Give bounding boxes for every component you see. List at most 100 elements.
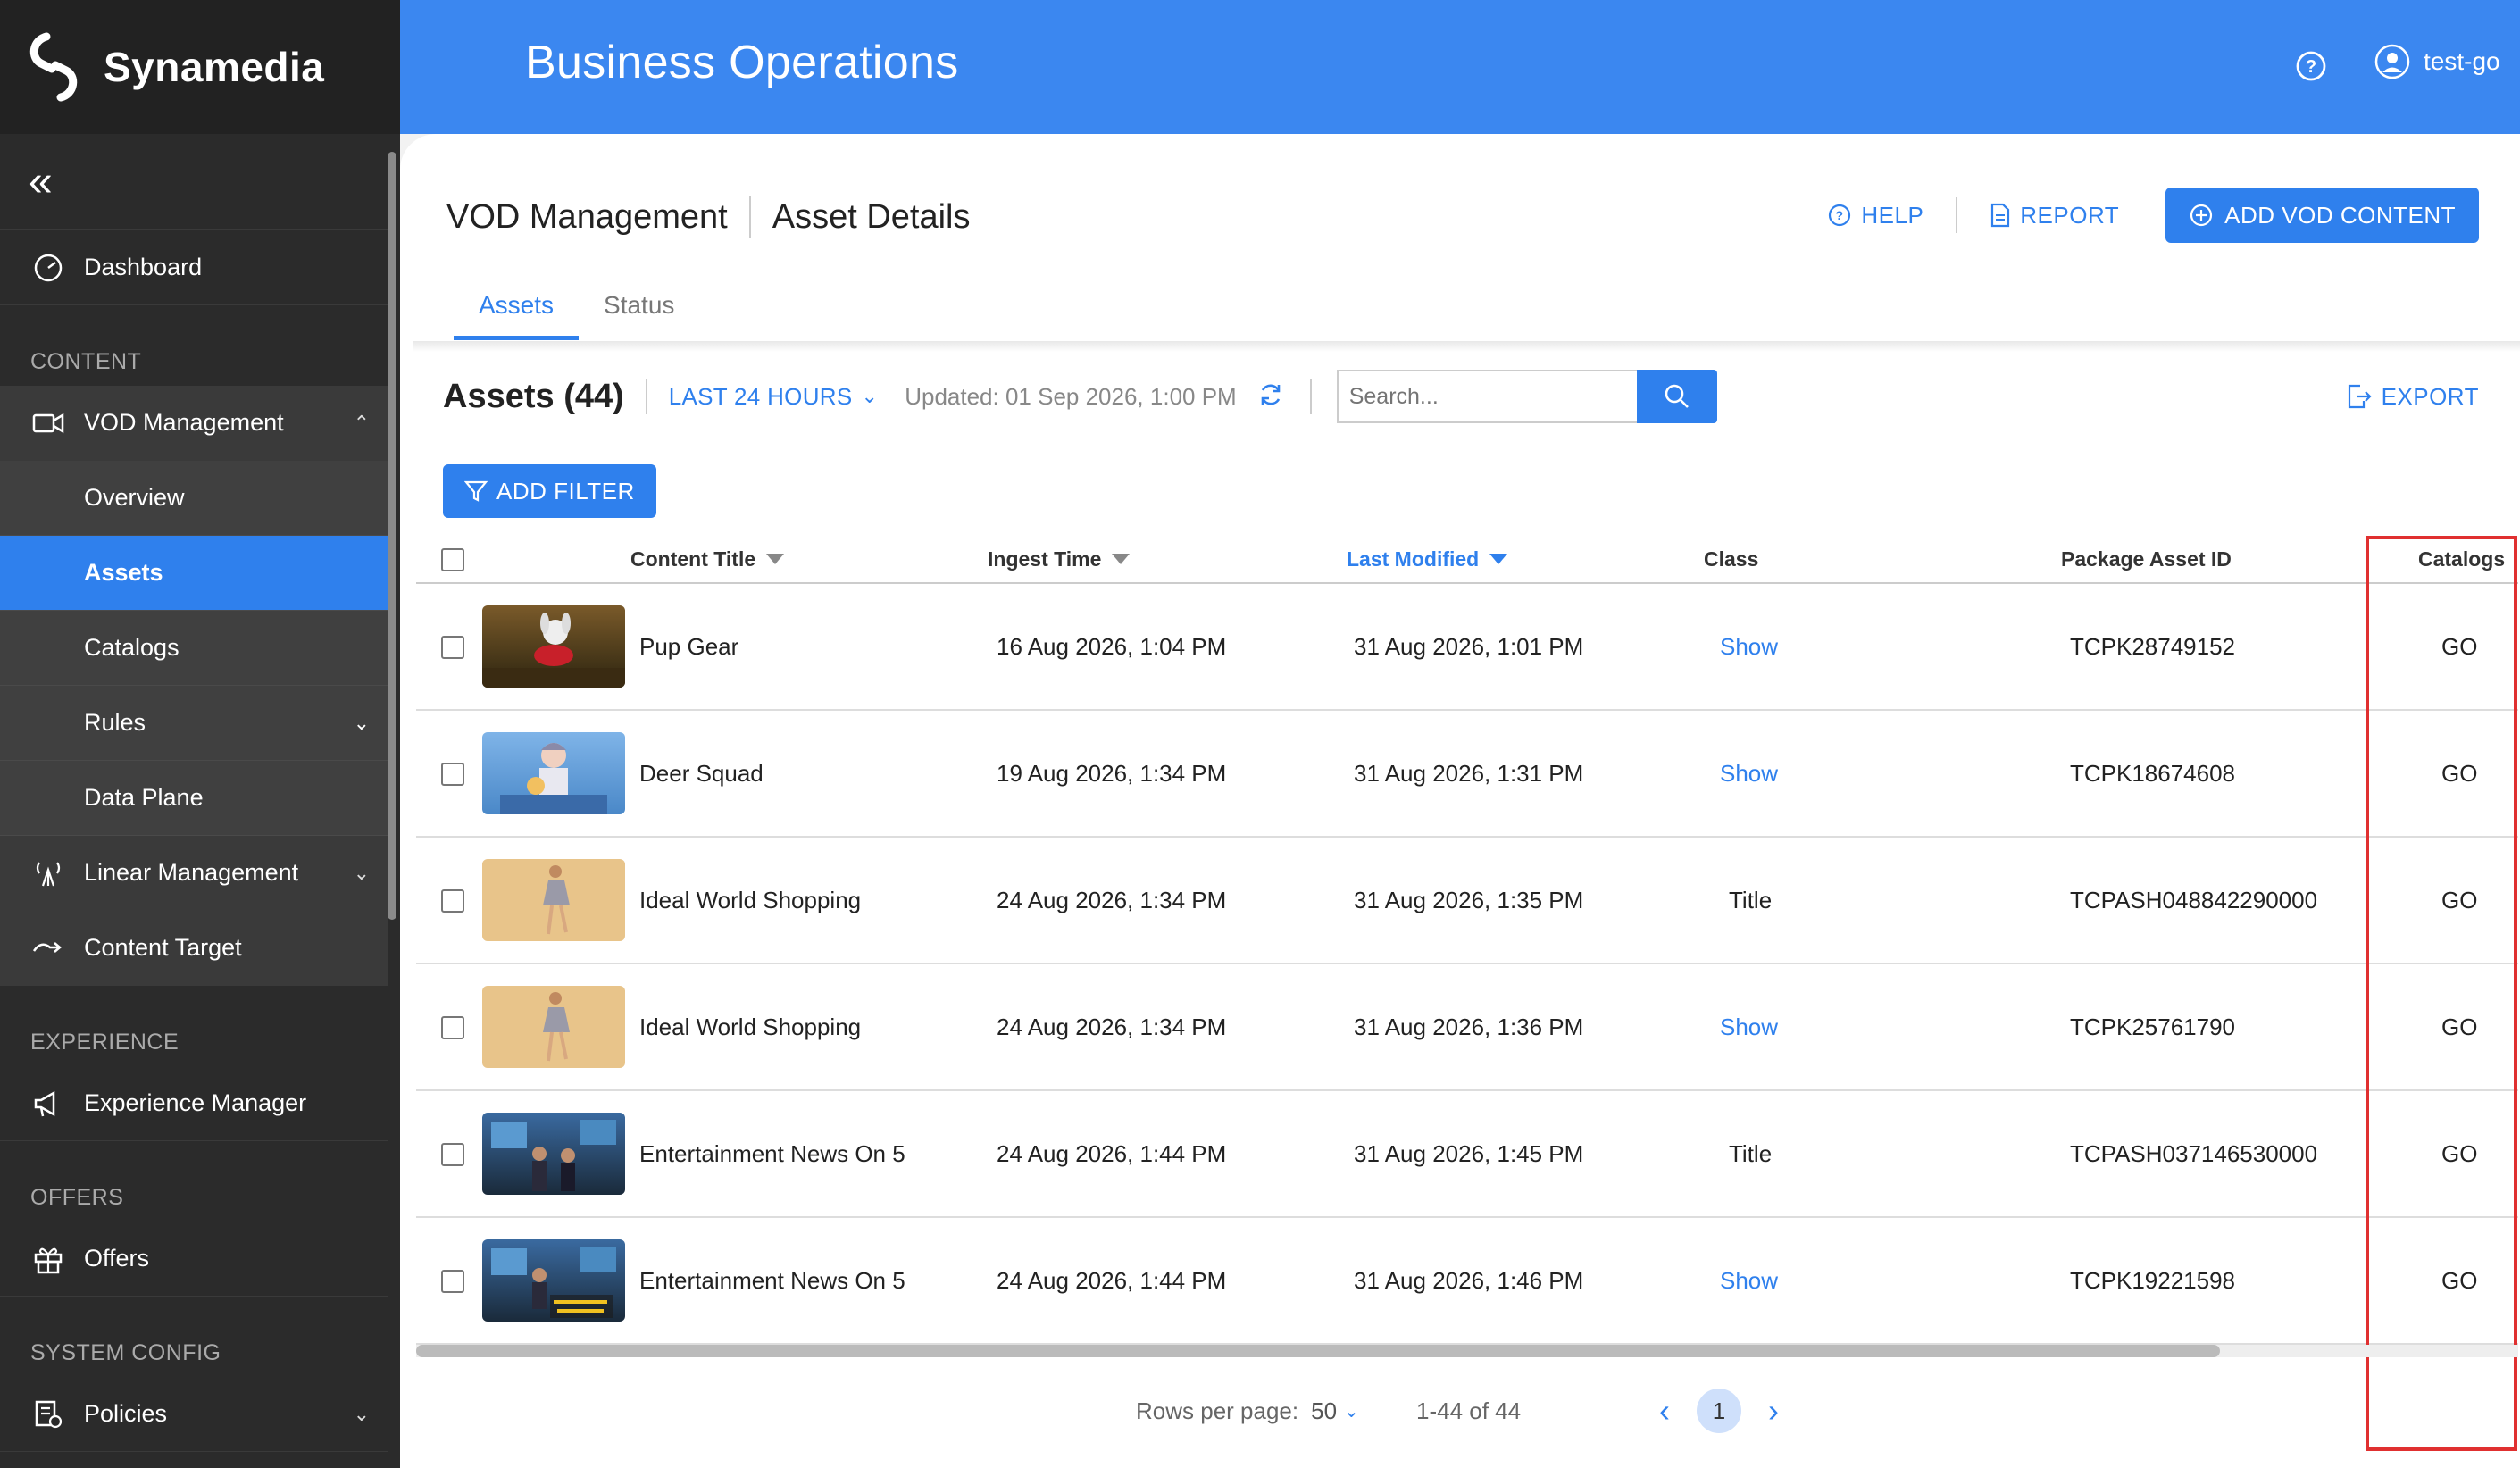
add-filter-button[interactable]: ADD FILTER (443, 464, 656, 518)
page-number-button[interactable]: 1 (1697, 1389, 1741, 1433)
sidebar-item-assets[interactable]: Assets (0, 536, 388, 611)
app-title: Business Operations (525, 37, 959, 88)
cell-ingest-time: 24 Aug 2026, 1:44 PM (997, 1266, 1227, 1294)
sidebar-item-overview[interactable]: Overview (0, 461, 388, 536)
cell-catalogs: GO (2441, 1266, 2478, 1294)
sidebar-item-linear-management[interactable]: Linear Management ⌄ (0, 836, 388, 911)
pagination: Rows per page: 50 ⌄ 1-44 of 44 ‹ 1 › (400, 1375, 2520, 1447)
search-icon (1665, 384, 1689, 408)
sidebar-item-rules[interactable]: Rules ⌄ (0, 686, 388, 761)
row-checkbox[interactable] (441, 763, 464, 786)
sidebar-item-vod-management[interactable]: VOD Management ⌃ (0, 386, 388, 461)
column-ingest-time[interactable]: Ingest Time (988, 547, 1131, 571)
time-range-dropdown[interactable]: LAST 24 HOURS ⌄ (669, 383, 878, 411)
column-label: Class (1704, 546, 1759, 571)
sidebar-item-label: VOD Management (84, 409, 284, 436)
export-file-icon (2348, 384, 2372, 409)
export-button[interactable]: EXPORT (2346, 383, 2479, 411)
tabs-divider (413, 341, 2520, 352)
select-all-checkbox[interactable] (441, 548, 464, 571)
sidebar-scrollbar[interactable] (388, 152, 396, 920)
cell-class[interactable]: Show (1720, 1218, 1778, 1343)
tab-assets[interactable]: Assets (454, 291, 580, 340)
breadcrumb-current: Asset Details (772, 197, 971, 236)
breadcrumb-root[interactable]: VOD Management (446, 198, 728, 237)
row-checkbox[interactable] (441, 636, 464, 659)
column-content-title[interactable]: Content Title (630, 547, 785, 571)
add-vod-content-button[interactable]: ADD VOD CONTENT (2165, 188, 2479, 243)
table-row[interactable]: Ideal World Shopping 24 Aug 2026, 1:34 P… (416, 964, 2518, 1091)
video-camera-icon (30, 405, 66, 441)
sidebar-item-policies[interactable]: Policies ⌄ (0, 1377, 388, 1452)
previous-page-chevron-icon[interactable]: ‹ (1650, 1392, 1679, 1430)
content-card: VOD Management Asset Details ? HELP REPO… (400, 134, 2520, 1468)
sidebar-item-dashboard[interactable]: Dashboard (0, 230, 388, 305)
sidebar-item-offers[interactable]: Offers (0, 1222, 388, 1297)
column-last-modified[interactable]: Last Modified (1347, 547, 1508, 571)
section-system-config: SYSTEM CONFIG (30, 1340, 221, 1365)
table-row[interactable]: Ideal World Shopping 24 Aug 2026, 1:34 P… (416, 838, 2518, 964)
cell-title: Entertainment News On 5 (639, 1139, 905, 1167)
cell-class: Title (1729, 1139, 1773, 1167)
tab-status[interactable]: Status (579, 291, 699, 340)
collapse-sidebar-button[interactable]: « (0, 134, 388, 230)
row-checkbox[interactable] (441, 1143, 464, 1166)
help-circle-icon[interactable]: ? (2293, 48, 2329, 84)
row-checkbox[interactable] (441, 1270, 464, 1293)
help-button[interactable]: ? HELP (1827, 202, 1923, 229)
column-class[interactable]: Class (1704, 547, 1758, 571)
thumbnail-image (482, 859, 625, 941)
search-button[interactable] (1636, 370, 1717, 423)
tab-bar: Assets Status (454, 291, 699, 340)
refresh-icon[interactable] (1256, 380, 1285, 413)
cell-ingest-time: 16 Aug 2026, 1:04 PM (997, 632, 1227, 660)
thumbnail-image (482, 605, 625, 688)
cell-title: Deer Squad (639, 759, 764, 787)
column-label: Package Asset ID (2061, 546, 2232, 571)
column-catalogs[interactable]: Catalogs (2418, 547, 2505, 571)
cell-package-asset-id: TCPASH048842290000 (2070, 886, 2318, 913)
next-page-chevron-icon[interactable]: › (1759, 1392, 1788, 1430)
search-input[interactable] (1336, 370, 1637, 423)
sidebar-item-content-target[interactable]: Content Target (0, 911, 388, 986)
brand-logo[interactable]: Synamedia (0, 0, 400, 134)
table-row[interactable]: Pup Gear 16 Aug 2026, 1:04 PM 31 Aug 202… (416, 584, 2518, 711)
sidebar-item-data-plane[interactable]: Data Plane (0, 761, 388, 836)
breadcrumb-divider (748, 196, 751, 238)
cell-title: Ideal World Shopping (639, 1013, 862, 1040)
plus-circle-icon (2190, 204, 2213, 227)
sidebar-item-experience-manager[interactable]: Experience Manager (0, 1066, 388, 1141)
user-avatar-icon (2374, 44, 2410, 79)
document-icon (1991, 203, 2010, 228)
brand-name: Synamedia (104, 44, 325, 90)
filter-funnel-icon (464, 480, 488, 502)
cell-package-asset-id: TCPK28749152 (2070, 632, 2236, 660)
column-package-asset-id[interactable]: Package Asset ID (2061, 547, 2232, 571)
user-menu[interactable]: test-go (2374, 43, 2500, 80)
table-row[interactable]: Deer Squad 19 Aug 2026, 1:34 PM 31 Aug 2… (416, 711, 2518, 838)
thumbnail-image (482, 1239, 625, 1322)
cell-last-modified: 31 Aug 2026, 1:46 PM (1354, 1266, 1584, 1294)
cell-class[interactable]: Show (1720, 964, 1778, 1089)
cell-last-modified: 31 Aug 2026, 1:01 PM (1354, 632, 1584, 660)
cell-last-modified: 31 Aug 2026, 1:45 PM (1354, 1139, 1584, 1167)
cell-last-modified: 31 Aug 2026, 1:35 PM (1354, 886, 1584, 913)
table-row[interactable]: Entertainment News On 5 24 Aug 2026, 1:4… (416, 1218, 2518, 1345)
horizontal-scrollbar[interactable] (416, 1345, 2220, 1357)
table-row[interactable]: Entertainment News On 5 24 Aug 2026, 1:4… (416, 1091, 2518, 1218)
cell-last-modified: 31 Aug 2026, 1:31 PM (1354, 759, 1584, 787)
row-checkbox[interactable] (441, 1016, 464, 1039)
report-button[interactable]: REPORT (1990, 202, 2119, 229)
toolbar-divider (1309, 379, 1312, 414)
time-range-value: LAST 24 HOURS (668, 382, 853, 410)
sort-arrow-icon (1489, 554, 1508, 564)
arrow-right-target-icon (30, 930, 66, 966)
svg-text:?: ? (1836, 208, 1844, 222)
sidebar-item-catalogs[interactable]: Catalogs (0, 611, 388, 686)
cell-class[interactable]: Show (1720, 584, 1778, 709)
row-checkbox[interactable] (441, 889, 464, 913)
rows-per-page-select[interactable]: 50 ⌄ (1311, 1397, 1359, 1425)
sidebar-item-label: Linear Management (84, 859, 299, 886)
rows-per-page: Rows per page: 50 ⌄ (1136, 1397, 1359, 1425)
cell-class[interactable]: Show (1720, 711, 1778, 836)
